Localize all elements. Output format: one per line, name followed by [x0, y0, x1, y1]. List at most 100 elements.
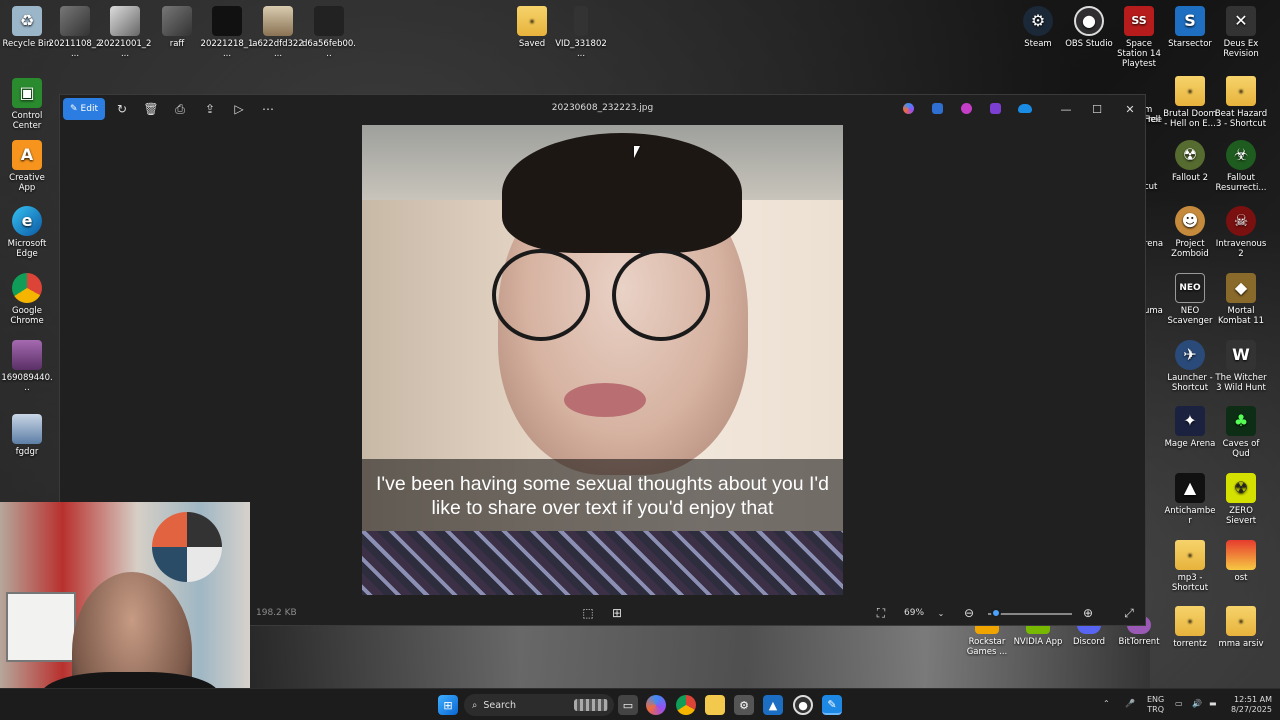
- zero-sievert-icon: ☢: [1226, 473, 1256, 503]
- desktop-icon-mp3[interactable]: · mp3 - Shortcut: [1163, 540, 1217, 593]
- desktop-icon-starsector[interactable]: S Starsector: [1163, 6, 1217, 49]
- desktop-icon-mma-arsiv[interactable]: · mma arsiv: [1214, 606, 1268, 649]
- desktop-icon-mortal-kombat[interactable]: ◆ Mortal Kombat 11: [1214, 273, 1268, 326]
- video-file-icon: [574, 6, 588, 36]
- crop-icon[interactable]: ⬚: [579, 604, 597, 622]
- desktop-icon-control-center[interactable]: ▣ Control Center: [0, 78, 54, 131]
- desktop-icon-label: Deus Ex Revision: [1223, 39, 1259, 59]
- paint-icon[interactable]: [990, 103, 1001, 114]
- maximize-icon[interactable]: ☐: [1087, 100, 1107, 118]
- photo-caption-text: I've been having some sexual thoughts ab…: [362, 459, 843, 531]
- desktop-icon-zero-sievert[interactable]: ☢ ZERO Sievert: [1214, 473, 1268, 526]
- desktop-icon-chrome[interactable]: Google Chrome: [0, 273, 54, 326]
- folder-icon: ·: [1226, 606, 1256, 636]
- desktop-icon-antichamber[interactable]: ▲ Antichamber: [1163, 473, 1217, 526]
- active-app-taskbar-icon[interactable]: ✎: [822, 695, 842, 715]
- zoom-in-icon[interactable]: ⊕: [1079, 604, 1097, 622]
- clipchamp-icon[interactable]: [961, 103, 972, 114]
- copilot-taskbar-icon[interactable]: [646, 695, 666, 715]
- task-view-icon[interactable]: ▭: [618, 695, 638, 715]
- desktop-icon-image[interactable]: 20211108_2...: [48, 6, 102, 59]
- desktop-icon-fallout-resurrection[interactable]: ☣ Fallout Resurrecti...: [1214, 140, 1268, 193]
- desktop-icon-label: Recycle Bin: [2, 39, 52, 49]
- minimize-icon[interactable]: —: [1056, 100, 1076, 118]
- desktop-icon-space-station[interactable]: SS Space Station 14 Playtest: [1112, 6, 1166, 69]
- fit-to-window-icon[interactable]: ⛶: [872, 604, 890, 622]
- photo-hair: [502, 133, 742, 253]
- share-icon[interactable]: ⇪: [201, 100, 219, 118]
- image-thumbnail-icon: [12, 414, 42, 444]
- desktop-icon-image[interactable]: raff: [150, 6, 204, 49]
- delete-icon[interactable]: 🗑: [142, 100, 160, 118]
- desktop-icon-launcher[interactable]: ✈ Launcher - Shortcut: [1163, 340, 1217, 393]
- taskbar-search-box[interactable]: ⌕ Search: [464, 694, 614, 716]
- desktop-icon-project-zomboid[interactable]: ☻ Project Zomboid: [1163, 206, 1217, 259]
- close-icon[interactable]: ✕: [1120, 100, 1140, 118]
- desktop-icon-image[interactable]: d6a56feb00...: [302, 6, 356, 59]
- desktop-icon-beat-hazard[interactable]: · Beat Hazard 3 - Shortcut: [1214, 76, 1268, 129]
- desktop-icon-obs[interactable]: ● OBS Studio: [1062, 6, 1116, 49]
- photos-taskbar-icon[interactable]: ▲: [763, 695, 783, 715]
- desktop-icon-edge[interactable]: e Microsoft Edge: [0, 206, 54, 259]
- desktop-icon-mage-arena[interactable]: ✦ Mage Arena: [1163, 406, 1217, 449]
- zoom-out-icon[interactable]: ⊖: [960, 604, 978, 622]
- desktop-icon-creative-app[interactable]: A Creative App: [0, 140, 54, 193]
- desktop-icon-intravenous[interactable]: ☠ Intravenous 2: [1214, 206, 1268, 259]
- desktop-icon-image[interactable]: fgdgr: [0, 414, 54, 457]
- microphone-icon[interactable]: 🎤: [1125, 699, 1135, 709]
- folder-icon: ·: [517, 6, 547, 36]
- battery-icon[interactable]: ▬: [1209, 699, 1217, 709]
- obs-taskbar-icon[interactable]: ●: [793, 695, 813, 715]
- chevron-down-icon[interactable]: ⌄: [932, 604, 950, 622]
- search-icon: ⌕: [472, 699, 478, 711]
- info-icon[interactable]: ⊞: [608, 604, 626, 622]
- zoom-slider-handle[interactable]: [991, 608, 1002, 618]
- folder-icon: [1226, 540, 1256, 570]
- image-thumbnail-icon: [12, 340, 42, 370]
- partial-desktop-label: Hell: [1144, 115, 1161, 125]
- desktop-icon-torrentz[interactable]: · torrentz: [1163, 606, 1217, 649]
- volume-icon[interactable]: 🔊: [1192, 699, 1202, 709]
- chevron-up-icon[interactable]: ⌃: [1103, 699, 1110, 709]
- slideshow-icon[interactable]: ▷: [230, 100, 248, 118]
- settings-gear-icon[interactable]: ⚙: [734, 695, 754, 715]
- desktop-icon-ost[interactable]: ost: [1214, 540, 1268, 583]
- window-title: 20230608_232223.jpg: [551, 103, 654, 113]
- chrome-taskbar-icon[interactable]: [676, 695, 696, 715]
- print-icon[interactable]: ⎙: [171, 100, 189, 118]
- desktop-icon-recycle-bin[interactable]: ♻ Recycle Bin: [0, 6, 54, 49]
- photo-viewer-image[interactable]: I've been having some sexual thoughts ab…: [362, 125, 843, 595]
- zoom-level[interactable]: 69%: [904, 608, 924, 618]
- title-bar[interactable]: ✎ Edit ↻ 🗑 ⎙ ⇪ ▷ ⋯ 20230608_232223.jpg —…: [60, 95, 1145, 123]
- fullscreen-icon[interactable]: ⤢: [1120, 604, 1138, 622]
- file-explorer-icon[interactable]: [705, 695, 725, 715]
- mortal-kombat-icon: ◆: [1226, 273, 1256, 303]
- desktop-icon-fallout-2[interactable]: ☢ Fallout 2: [1163, 140, 1217, 183]
- desktop-icon-saved-folder[interactable]: · Saved: [505, 6, 559, 49]
- copilot-icon[interactable]: [903, 103, 914, 114]
- rotate-icon[interactable]: ↻: [113, 100, 131, 118]
- onedrive-icon[interactable]: [1018, 104, 1032, 113]
- desktop-icon-label: VID_331802...: [555, 39, 607, 59]
- desktop-icon-caves-of-qud[interactable]: ♣ Caves of Qud: [1214, 406, 1268, 459]
- edit-button[interactable]: ✎ Edit: [63, 98, 105, 120]
- desktop-icon-steam[interactable]: ⚙ Steam: [1011, 6, 1065, 49]
- start-windows-icon[interactable]: ⊞: [438, 695, 458, 715]
- desktop-icon-neo-scavenger[interactable]: NEO NEO Scavenger: [1163, 273, 1217, 326]
- desktop-icon-brutal-doom[interactable]: · Brutal Doom - Hell on E...: [1163, 76, 1217, 129]
- desktop-icon-image[interactable]: 20221001_2...: [98, 6, 152, 59]
- desktop-icon-deus-ex[interactable]: ✕ Deus Ex Revision: [1214, 6, 1268, 59]
- desktop-icon-witcher[interactable]: W The Witcher 3 Wild Hunt: [1214, 340, 1268, 393]
- desktop-icon-label: Beat Hazard 3 - Shortcut: [1214, 109, 1268, 129]
- desktop-icon-image[interactable]: 20221218_1...: [200, 6, 254, 59]
- language-indicator[interactable]: ENG TRQ: [1147, 695, 1164, 715]
- clock[interactable]: 12:51 AM 8/27/2025: [1226, 695, 1272, 715]
- more-options-icon[interactable]: ⋯: [259, 100, 277, 118]
- designer-icon[interactable]: [932, 103, 943, 114]
- network-icon[interactable]: ▭: [1175, 699, 1183, 709]
- desktop-icon-label: Space Station 14 Playtest: [1117, 39, 1161, 69]
- desktop-icon-image[interactable]: a622dfd322...: [251, 6, 305, 59]
- desktop-icon-image[interactable]: 169089440...: [0, 340, 54, 393]
- mage-arena-icon: ✦: [1175, 406, 1205, 436]
- desktop-icon-video[interactable]: VID_331802...: [554, 6, 608, 59]
